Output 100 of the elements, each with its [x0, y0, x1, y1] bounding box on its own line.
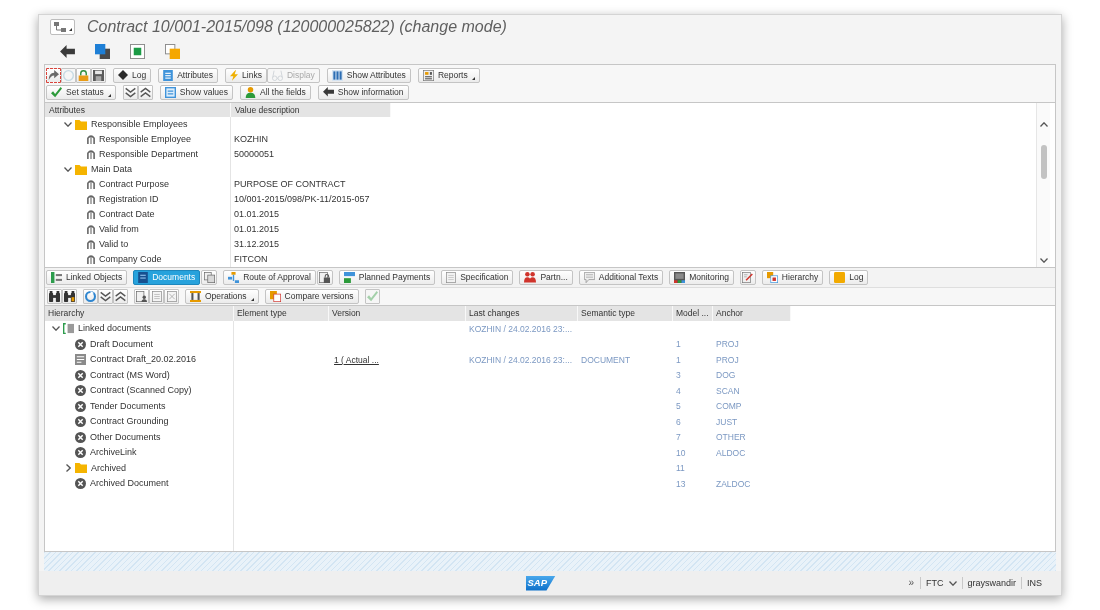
menu-button[interactable]: Reports — [417, 67, 480, 83]
tree-item[interactable]: Valid to — [99, 240, 129, 249]
tree-item[interactable]: Responsible Employees — [91, 120, 188, 129]
circle-icon — [63, 69, 74, 81]
attribute-value: 31.12.2015 — [234, 240, 280, 249]
tab-icon-button[interactable] — [739, 270, 756, 285]
chevron-up-icon[interactable] — [1039, 122, 1048, 127]
arch-icon — [87, 254, 95, 265]
version-link[interactable]: 1 ( Actual ... — [334, 355, 379, 364]
tree-item[interactable]: Archived Document — [90, 479, 169, 489]
tab[interactable]: Linked Objects — [46, 270, 128, 285]
tab[interactable]: Hierarchy — [761, 270, 824, 285]
document-lines-icon — [75, 354, 86, 366]
chevron-down-icon[interactable] — [1039, 258, 1048, 263]
toolbar-button[interactable]: Compare versions — [264, 289, 359, 304]
tree-item[interactable]: Other Documents — [90, 432, 161, 442]
icon-button[interactable] — [91, 67, 106, 83]
menu-button[interactable]: Set status — [46, 84, 116, 100]
tab[interactable]: Partn... — [519, 270, 573, 285]
chevron-down-icon[interactable] — [64, 167, 72, 172]
tree-item[interactable]: Contract Purpose — [99, 180, 170, 189]
attribute-value: PURPOSE OF CONTRACT — [234, 180, 346, 189]
tree-item[interactable]: Contract Draft_20.02.2016 — [90, 355, 197, 365]
save-icon — [93, 69, 104, 81]
overlapping-squares-icon[interactable] — [165, 43, 180, 59]
tree-item[interactable]: Responsible Department — [99, 150, 199, 159]
toolbar-button[interactable]: All the fields — [240, 84, 311, 100]
toolbar-button[interactable]: Attributes — [158, 67, 219, 83]
tree-item[interactable]: ArchiveLink — [90, 448, 137, 458]
tree-item[interactable]: Registration ID — [99, 195, 159, 204]
tab[interactable]: Planned Payments — [338, 270, 436, 285]
dropdown-corner-icon — [471, 76, 475, 80]
x-circle-icon — [75, 400, 86, 412]
diamond-icon — [118, 70, 128, 80]
toolbar-button[interactable]: Log — [113, 67, 152, 83]
speech-bubble-icon — [583, 272, 595, 283]
tab-icon-button[interactable] — [201, 270, 218, 285]
tree-item[interactable]: Contract Grounding — [90, 417, 169, 427]
tree-item[interactable]: Draft Document — [90, 339, 154, 349]
icon-button[interactable] — [98, 289, 113, 304]
table-cell: KOZHIN / 24.02.2016 23:... — [469, 324, 572, 333]
table-cell: DOG — [716, 371, 736, 380]
arrow-left-icon — [322, 87, 334, 97]
attribute-value: 01.01.2015 — [234, 210, 280, 219]
system-dropdown[interactable]: FTC — [924, 578, 959, 588]
window-menu-button[interactable] — [50, 18, 75, 35]
tree-item[interactable]: Main Data — [91, 165, 133, 174]
x-circle-icon — [75, 478, 86, 490]
tree-item[interactable]: Linked documents — [78, 324, 152, 334]
icon-button[interactable] — [134, 289, 149, 304]
tree-item[interactable]: Contract Date — [99, 210, 155, 219]
tab[interactable]: Monitoring — [669, 270, 734, 285]
toolbar-button[interactable]: Show Attributes — [326, 67, 411, 83]
chevron-right-icon[interactable] — [65, 464, 71, 473]
framed-square-icon[interactable] — [130, 43, 145, 59]
icon-button[interactable] — [113, 289, 128, 304]
input-mode: INS — [1027, 578, 1042, 588]
glasses-icon — [271, 69, 283, 81]
back-arrow-icon[interactable] — [60, 44, 75, 58]
tree-item[interactable]: Tender Documents — [90, 401, 166, 411]
overflow-button[interactable]: » — [906, 578, 916, 588]
flow-icon — [228, 272, 240, 283]
double-chevron-down-icon — [100, 291, 111, 302]
double-chevron-up-icon — [139, 86, 151, 98]
tree-item[interactable]: Contract (MS Word) — [90, 370, 170, 380]
scrollbar-thumb[interactable] — [1040, 145, 1047, 179]
chevron-down-icon[interactable] — [64, 122, 72, 127]
tree-item[interactable]: Valid from — [99, 225, 139, 234]
tab[interactable]: Specification — [441, 270, 514, 285]
window-title: Contract 10/001-2015/098 (120000025822) (change mode) — [87, 18, 507, 35]
menu-button[interactable]: Operations — [185, 289, 259, 304]
table-cell: KOZHIN / 24.02.2016 23:... — [469, 355, 572, 364]
toolbar-button[interactable]: Show values — [159, 84, 233, 100]
report-icon — [422, 69, 434, 81]
tree-item[interactable]: Responsible Employee — [99, 135, 192, 144]
tree-item[interactable]: Contract (Scanned Copy) — [90, 386, 192, 396]
people-icon — [524, 272, 537, 283]
toolbar-button[interactable]: Show information — [317, 84, 409, 100]
tree-item[interactable]: Company Code — [99, 255, 162, 264]
icon-button[interactable] — [47, 289, 62, 304]
squares-icon[interactable] — [95, 43, 110, 59]
curved-arrow-icon — [48, 69, 59, 81]
tab-icon-button[interactable] — [316, 270, 333, 285]
column-header: Model ... — [673, 306, 713, 321]
refresh-icon — [85, 291, 96, 302]
tab[interactable]: Route of Approval — [223, 270, 316, 285]
x-circle-icon — [75, 385, 86, 397]
scrollbar[interactable] — [1036, 103, 1050, 267]
document-cross-icon — [166, 291, 177, 302]
x-circle-icon — [75, 431, 86, 443]
arch-icon — [87, 239, 95, 250]
icon-button[interactable] — [122, 84, 138, 100]
chevron-down-icon[interactable] — [52, 326, 60, 332]
tab[interactable]: Additional Texts — [578, 270, 664, 285]
tree-item[interactable]: Archived — [91, 463, 126, 473]
table-cell: ZALDOC — [716, 479, 751, 488]
toolbar-button[interactable]: Links — [225, 67, 267, 83]
tab[interactable]: Log — [829, 270, 869, 285]
icon-button[interactable] — [62, 289, 77, 304]
table-cell: COMP — [716, 402, 742, 411]
